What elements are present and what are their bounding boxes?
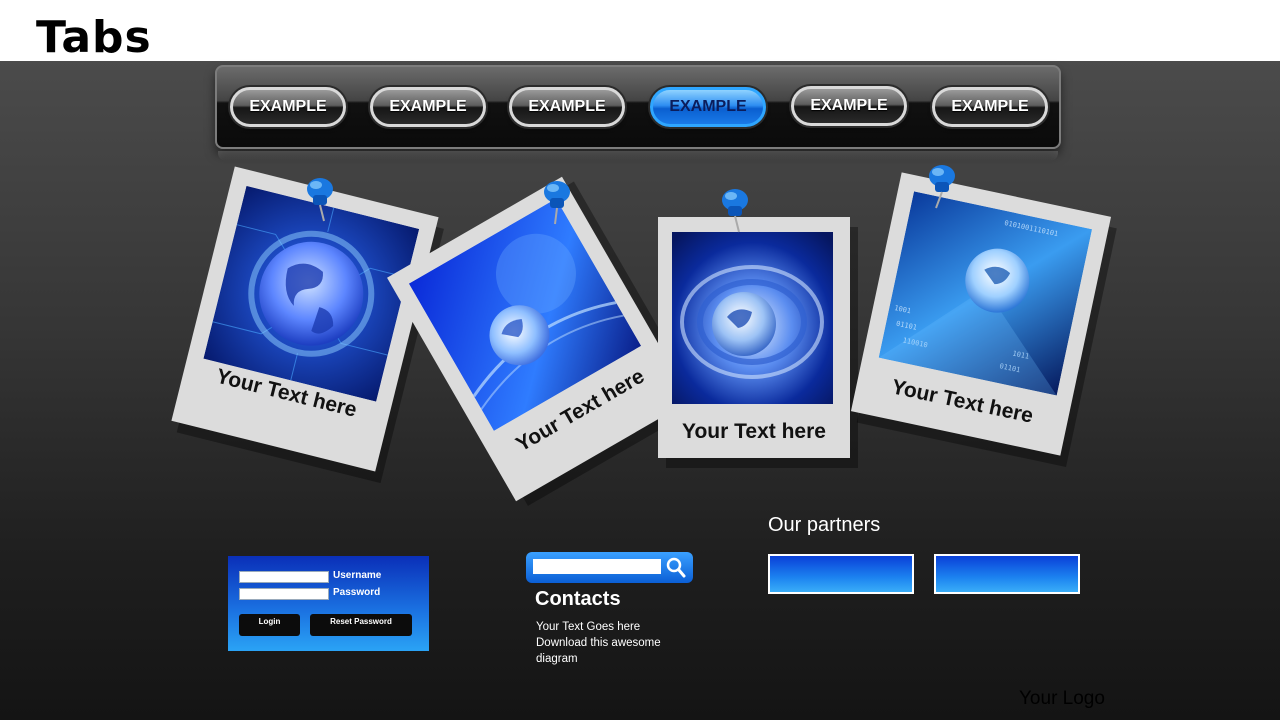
- tab-5[interactable]: EXAMPLE: [791, 86, 907, 126]
- search-input[interactable]: [533, 559, 661, 574]
- page-title: Tabs: [36, 12, 152, 63]
- contacts-text-line: Your Text Goes here: [536, 621, 641, 633]
- pushpin-icon: [307, 178, 333, 222]
- pushpin-icon: [544, 181, 570, 225]
- contacts-text-line: diagram: [536, 653, 578, 665]
- password-field[interactable]: [239, 588, 329, 600]
- logo-text: Your Logo: [1019, 688, 1105, 709]
- pushpin-icon: [929, 165, 955, 209]
- partner-logo-slot-2[interactable]: [934, 554, 1080, 594]
- contacts-title: Contacts: [535, 588, 621, 610]
- login-form: Username Password Login Reset Password: [228, 556, 429, 651]
- password-label: Password: [333, 587, 381, 598]
- username-field[interactable]: [239, 571, 329, 583]
- username-label: Username: [333, 570, 382, 581]
- tab-2[interactable]: EXAMPLE: [370, 87, 486, 127]
- tab-6[interactable]: EXAMPLE: [932, 87, 1048, 127]
- reset-password-button[interactable]: Reset Password: [310, 614, 412, 636]
- contacts-text-line: Download this awesome: [536, 637, 661, 649]
- tab-4-active[interactable]: EXAMPLE: [650, 87, 766, 127]
- search-icon[interactable]: [666, 557, 686, 578]
- partners-title: Our partners: [768, 514, 881, 536]
- globe-binary-image: 0101001110101 1001 01101 110010 1011 01101: [878, 191, 1093, 396]
- tab-1[interactable]: EXAMPLE: [230, 87, 346, 127]
- search-bar: [526, 552, 693, 583]
- tab-3[interactable]: EXAMPLE: [509, 87, 625, 127]
- pushpin-icon: [722, 189, 748, 233]
- login-button[interactable]: Login: [239, 614, 300, 636]
- partner-logo-slot-1[interactable]: [768, 554, 914, 594]
- globe-swirl-image: [672, 232, 833, 404]
- tab-bar-reflection: [218, 151, 1058, 161]
- photo-caption-3: Your Text here: [682, 420, 826, 443]
- photo-card-3[interactable]: Your Text here: [658, 217, 850, 458]
